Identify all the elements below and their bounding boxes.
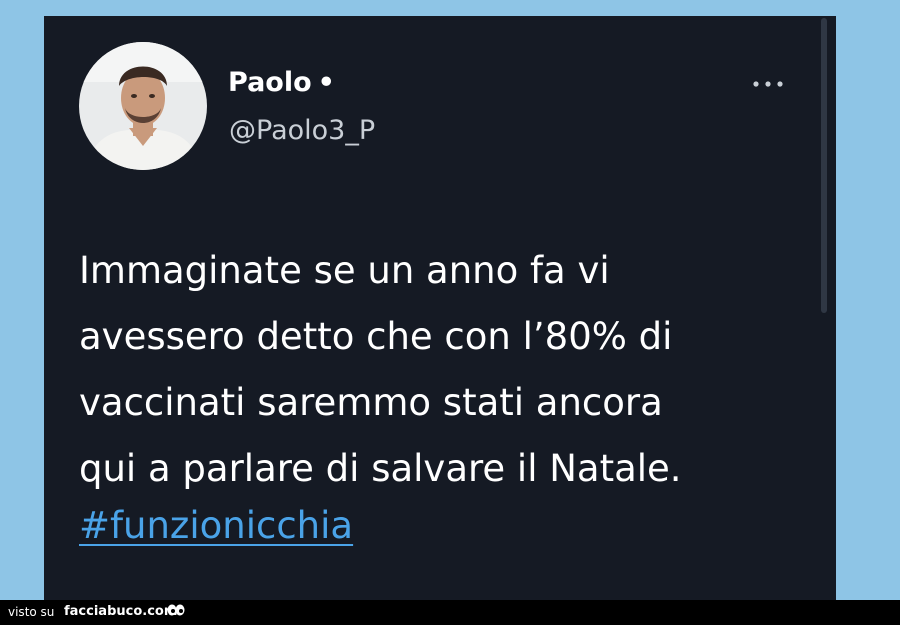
eyes-icon	[166, 603, 186, 619]
avatar[interactable]	[79, 42, 207, 170]
avatar-photo	[79, 42, 207, 170]
tweet-text-line: Immaginate se un anno fa vi	[79, 249, 610, 292]
user-handle[interactable]: @Paolo3_P	[229, 114, 375, 148]
tweet-text-line: avessero detto che con l’80% di	[79, 315, 673, 358]
more-horizontal-icon[interactable]	[752, 68, 784, 94]
name-separator: •	[317, 67, 335, 98]
tweet-text: Immaginate se un anno fa vi avessero det…	[79, 238, 809, 502]
tweet-text-line: qui a parlare di salvare il Natale.	[79, 447, 682, 490]
footer-brand[interactable]: facciabuco.com	[64, 603, 177, 621]
tweet-text-line: vaccinati saremmo stati ancora	[79, 381, 663, 424]
hashtag-link[interactable]: #funzionicchia	[79, 496, 353, 556]
scrollbar[interactable]	[821, 18, 827, 313]
display-name[interactable]: Paolo •	[228, 66, 335, 100]
display-name-text[interactable]: Paolo	[228, 67, 312, 98]
watermark-footer: visto su facciabuco.com	[0, 600, 900, 625]
footer-label: visto su	[8, 605, 55, 619]
